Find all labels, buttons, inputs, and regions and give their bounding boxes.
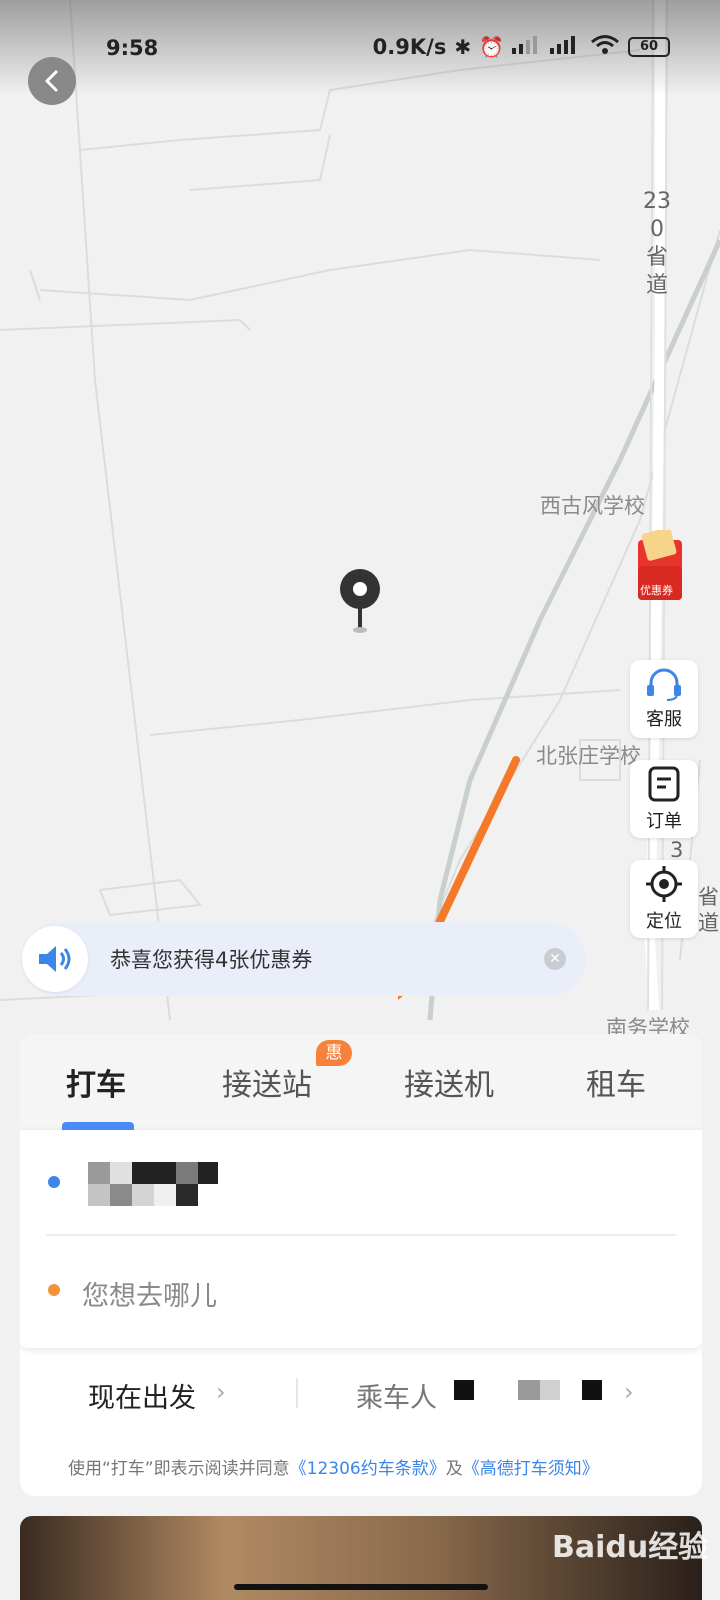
agreement-conj: 及 xyxy=(445,1459,463,1479)
origin-field[interactable] xyxy=(20,1130,702,1236)
active-tab-indicator xyxy=(62,1122,134,1130)
tab-car-rental[interactable]: 租车 xyxy=(586,1060,646,1104)
coupon-toast[interactable]: 恭喜您获得4张优惠券 ✕ xyxy=(22,922,586,996)
discount-badge: 惠 xyxy=(316,1040,352,1066)
departure-row: 现在出发 › 乘车人 › xyxy=(20,1354,702,1438)
ride-panel: 打车 接送站 惠 接送机 租车 您想去哪儿 现在出发 › 乘车人 › 使用“打车… xyxy=(20,1034,702,1496)
chevron-right-icon: › xyxy=(216,1378,226,1406)
passenger-selector[interactable]: 乘车人 xyxy=(356,1376,437,1415)
home-indicator[interactable] xyxy=(234,1584,488,1590)
origin-dot-icon xyxy=(48,1176,60,1188)
agreement-prefix: 使用“打车”即表示阅读并同意 xyxy=(68,1459,290,1479)
tab-airport-transfer[interactable]: 接送机 xyxy=(404,1060,494,1104)
service-tabs: 打车 接送站 惠 接送机 租车 xyxy=(20,1034,702,1130)
close-icon[interactable]: ✕ xyxy=(544,948,566,970)
tab-taxi[interactable]: 打车 xyxy=(66,1060,126,1104)
speaker-icon xyxy=(22,926,88,992)
agreement-text: 使用“打车”即表示阅读并同意《12306约车条款》及《高德打车须知》 xyxy=(68,1454,599,1479)
terms-link[interactable]: 《12306约车条款》 xyxy=(290,1459,446,1479)
vertical-divider xyxy=(296,1378,298,1408)
toast-message: 恭喜您获得4张优惠券 xyxy=(110,948,313,972)
passenger-redacted xyxy=(454,1380,602,1400)
watermark-logo: Baidu经验 xyxy=(552,1530,709,1565)
depart-time-selector[interactable]: 现在出发 xyxy=(88,1376,196,1415)
tab-station-transfer[interactable]: 接送站 xyxy=(222,1060,312,1104)
notice-link[interactable]: 《高德打车须知》 xyxy=(463,1459,599,1479)
destination-dot-icon xyxy=(48,1284,60,1296)
chevron-right-icon: › xyxy=(624,1378,634,1406)
address-card: 您想去哪儿 xyxy=(20,1130,702,1348)
origin-address-redacted xyxy=(88,1162,218,1206)
address-divider xyxy=(46,1234,676,1236)
destination-field[interactable]: 您想去哪儿 xyxy=(20,1238,702,1338)
destination-placeholder: 您想去哪儿 xyxy=(82,1281,217,1312)
